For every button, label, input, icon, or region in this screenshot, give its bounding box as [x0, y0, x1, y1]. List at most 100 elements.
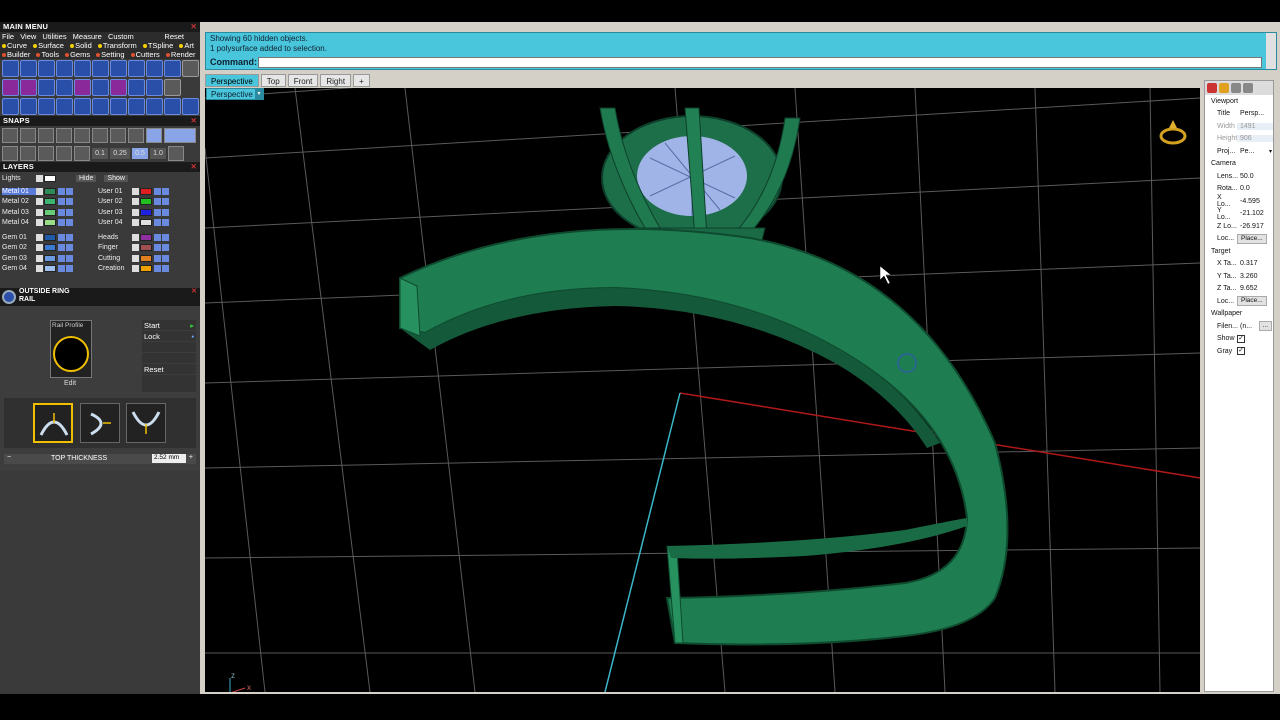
sweep-tool-icon[interactable] — [92, 60, 109, 77]
lights-toggle[interactable] — [36, 175, 43, 182]
layer-name[interactable]: Metal 01 — [2, 187, 36, 195]
target-place-button[interactable]: Place... — [1237, 296, 1267, 307]
layer-lock-icon[interactable] — [154, 219, 161, 227]
head-tool-icon[interactable] — [164, 60, 181, 77]
snap-grid-icon[interactable] — [2, 145, 18, 161]
perspective-viewport[interactable]: z x — [205, 88, 1200, 692]
snap-value-1[interactable]: 0.1 — [92, 147, 108, 159]
browse-button[interactable]: ... — [1258, 321, 1272, 332]
cat-transform[interactable]: Transform — [97, 41, 137, 50]
layer-select-icon[interactable] — [162, 254, 169, 262]
layer-color-swatch[interactable] — [140, 187, 152, 195]
curve-tool-icon[interactable] — [20, 60, 37, 77]
circle2-tool-icon[interactable] — [182, 98, 199, 115]
snap-near-icon[interactable] — [20, 127, 36, 143]
layer-select-icon[interactable] — [66, 219, 73, 227]
layer-color-swatch[interactable] — [44, 254, 56, 262]
layer-visibility-toggle[interactable] — [132, 208, 139, 216]
lights-swatch[interactable] — [44, 175, 56, 182]
snap-value-2[interactable]: 0.25 — [110, 147, 130, 159]
camera-place-button[interactable]: Place... — [1237, 233, 1267, 244]
show-checkbox[interactable]: ✓ — [1237, 334, 1245, 343]
chevron-down-icon[interactable]: ▾ — [1269, 148, 1272, 155]
close-icon[interactable]: ✕ — [191, 162, 197, 172]
rotate-tool-icon[interactable] — [20, 98, 37, 115]
layer-visibility-toggle[interactable] — [36, 219, 43, 227]
align-tool-icon[interactable] — [164, 98, 181, 115]
layer-lock-icon[interactable] — [58, 219, 65, 227]
material-icon[interactable] — [1207, 83, 1217, 93]
menu-view[interactable]: View — [20, 32, 36, 41]
snap-toggle-icon[interactable] — [164, 127, 196, 143]
layer-name[interactable]: User 01 — [98, 188, 132, 195]
layer-color-swatch[interactable] — [44, 219, 56, 227]
circle-tool-icon[interactable] — [2, 60, 19, 77]
snap-perp-icon[interactable] — [110, 127, 126, 143]
snap-value-4[interactable]: 1.0 — [150, 147, 166, 159]
layer-select-icon[interactable] — [66, 265, 73, 273]
layer-color-swatch[interactable] — [140, 233, 152, 241]
layer-lock-icon[interactable] — [154, 265, 161, 273]
tab-top[interactable]: Top — [260, 74, 286, 87]
minus-icon[interactable]: − — [7, 454, 11, 461]
cat-render[interactable]: Render — [165, 50, 196, 59]
target-z-value[interactable]: 9.652 — [1237, 285, 1273, 292]
camera-y-value[interactable]: -21.102 — [1237, 210, 1273, 217]
layer-lock-icon[interactable] — [154, 233, 161, 241]
document-icon[interactable] — [1243, 83, 1253, 93]
prong-tool-icon[interactable] — [146, 79, 163, 96]
snap-end-icon[interactable] — [2, 127, 18, 143]
cat-cutters[interactable]: Cutters — [130, 50, 160, 59]
polar-tool-icon[interactable] — [146, 98, 163, 115]
layer-name[interactable]: Gem 03 — [2, 255, 36, 262]
snap-int-icon[interactable] — [92, 127, 108, 143]
layer-lock-icon[interactable] — [58, 254, 65, 262]
layer-select-icon[interactable] — [162, 265, 169, 273]
snap-cen-icon[interactable] — [74, 127, 90, 143]
layer-lock-icon[interactable] — [58, 265, 65, 273]
layer-color-swatch[interactable] — [44, 233, 56, 241]
text-tool-icon[interactable] — [128, 98, 145, 115]
layer-color-swatch[interactable] — [140, 254, 152, 262]
layer-select-icon[interactable] — [162, 208, 169, 216]
gray-checkbox[interactable]: ✓ — [1237, 347, 1245, 356]
boolean-tool-icon[interactable] — [128, 60, 145, 77]
cat-solid[interactable]: Solid — [70, 41, 92, 50]
layer-visibility-toggle[interactable] — [36, 208, 43, 216]
scissor-tool-icon[interactable] — [128, 79, 145, 96]
close-icon[interactable]: ✕ — [191, 22, 197, 32]
layer-name[interactable]: Finger — [98, 244, 132, 251]
cat-surface[interactable]: Surface — [33, 41, 64, 50]
bend-tool-icon[interactable] — [110, 79, 127, 96]
layer-select-icon[interactable] — [162, 198, 169, 206]
move-tool-icon[interactable] — [74, 98, 91, 115]
menu-file[interactable]: File — [2, 32, 14, 41]
layer-visibility-toggle[interactable] — [36, 187, 43, 195]
menu-utilities[interactable]: Utilities — [42, 32, 66, 41]
layer-lock-icon[interactable] — [154, 254, 161, 262]
gem-tool-icon[interactable] — [146, 60, 163, 77]
reset-option[interactable]: Reset — [142, 364, 196, 375]
command-scrollbar[interactable] — [1266, 33, 1276, 69]
layer-lock-icon[interactable] — [58, 208, 65, 216]
layer-visibility-toggle[interactable] — [132, 254, 139, 262]
camera-x-value[interactable]: -4.595 — [1237, 198, 1273, 205]
layer-select-icon[interactable] — [66, 254, 73, 262]
scale-tool-icon[interactable] — [92, 98, 109, 115]
snap-object-icon[interactable] — [56, 145, 72, 161]
layer-visibility-toggle[interactable] — [36, 254, 43, 262]
ring-tool-icon[interactable] — [38, 60, 55, 77]
layer-visibility-toggle[interactable] — [36, 244, 43, 252]
cat-tools[interactable]: Tools — [36, 50, 59, 59]
layer-lock-icon[interactable] — [154, 187, 161, 195]
layer-select-icon[interactable] — [162, 219, 169, 227]
layer-lock-icon[interactable] — [58, 233, 65, 241]
layer-name[interactable]: User 03 — [98, 209, 132, 216]
target-y-value[interactable]: 3.260 — [1237, 273, 1273, 280]
layer-select-icon[interactable] — [162, 187, 169, 195]
cat-tspline[interactable]: TSpline — [142, 41, 173, 50]
layer-select-icon[interactable] — [66, 233, 73, 241]
layer-lock-icon[interactable] — [58, 198, 65, 206]
layer-name[interactable]: Metal 03 — [2, 209, 36, 216]
viewport-title-dropdown[interactable]: Perspective ▾ — [206, 88, 264, 100]
